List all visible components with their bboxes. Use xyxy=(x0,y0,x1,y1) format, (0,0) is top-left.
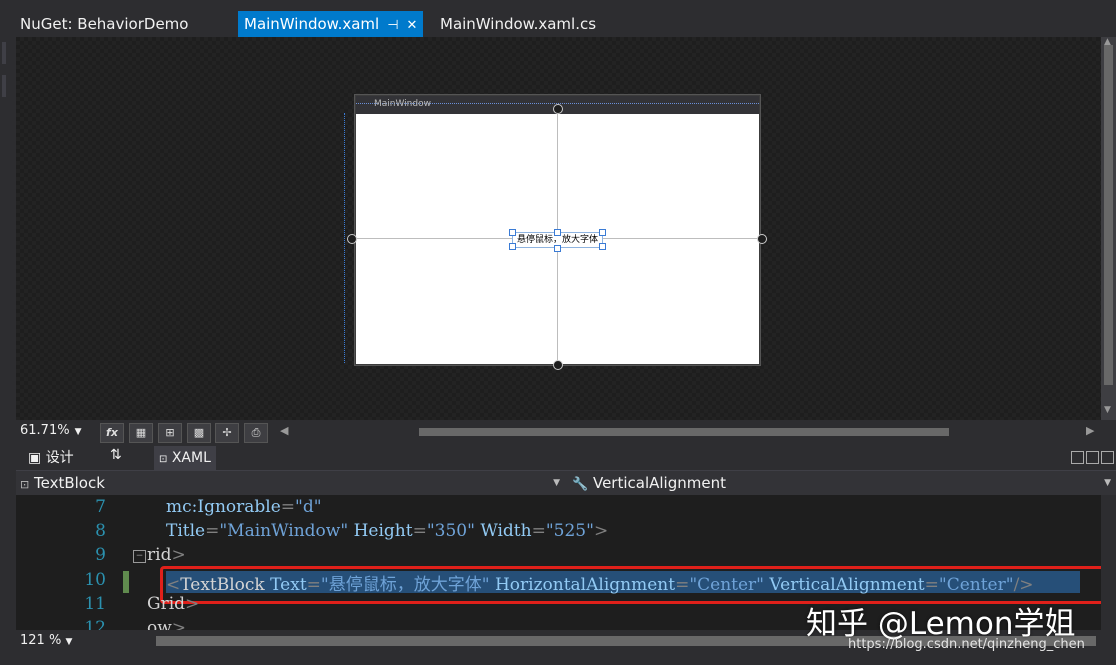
xml-attribute: Height xyxy=(354,521,413,541)
code-line-12: ow> xyxy=(147,618,186,630)
split-layout-buttons xyxy=(1069,449,1114,468)
tab-label: MainWindow.xaml.cs xyxy=(440,15,596,33)
zoom-dropdown[interactable]: 61.71% ▼ xyxy=(20,423,82,438)
designer-vertical-scrollbar[interactable]: ▲ ▼ xyxy=(1101,37,1116,420)
line-number: 12 xyxy=(56,618,106,630)
fx-button[interactable]: fx xyxy=(100,423,124,443)
close-icon[interactable]: ✕ xyxy=(407,13,418,39)
top-anchor-icon[interactable] xyxy=(553,104,563,114)
resize-handle[interactable] xyxy=(554,245,561,252)
xml-value: "d" xyxy=(295,497,322,517)
scroll-right-icon[interactable]: ▶ xyxy=(1086,424,1094,437)
horizontal-split-icon[interactable] xyxy=(1086,451,1099,464)
editor-vertical-scrollbar[interactable] xyxy=(1101,495,1116,630)
chevron-down-icon: ▼ xyxy=(1104,473,1111,494)
scroll-thumb[interactable] xyxy=(1104,45,1113,385)
tab-label: MainWindow.xaml xyxy=(244,15,379,33)
editor-zoom-value: 121 % xyxy=(20,633,61,648)
member-dropdown[interactable]: 🔧 VerticalAlignment ▼ xyxy=(572,473,1116,494)
view-split-bar: ▣ 设计 ⇅ ⊡ XAML xyxy=(16,444,1116,470)
xml-tag-fragment: Grid xyxy=(147,594,185,614)
pin-icon[interactable]: ⊣ xyxy=(387,13,398,39)
xml-tag-fragment: ow xyxy=(147,618,172,630)
xml-attribute: Width xyxy=(480,521,531,541)
fold-toggle-icon[interactable]: − xyxy=(133,550,146,563)
xaml-navigation-bar: ⊡ TextBlock ▼ 🔧 VerticalAlignment ▼ xyxy=(16,470,1116,496)
xml-attribute: Title xyxy=(166,521,205,541)
resize-handle[interactable] xyxy=(554,229,561,236)
tab-label: NuGet: BehaviorDemo xyxy=(20,15,188,33)
grid-icon[interactable]: ▦ xyxy=(129,423,153,443)
left-tool-strip xyxy=(0,37,16,665)
scroll-down-icon[interactable]: ▼ xyxy=(1104,405,1111,415)
document-tab-bar: NuGet: BehaviorDemo MainWindow.xaml ⊣ ✕ Ma… xyxy=(0,0,1116,37)
resize-handle[interactable] xyxy=(599,243,606,250)
snap-gridlines-icon[interactable]: ⊞ xyxy=(158,423,182,443)
vertical-split-icon[interactable] xyxy=(1071,451,1084,464)
element-icon: ⊡ xyxy=(20,478,29,491)
change-marker xyxy=(123,571,129,593)
element-name: TextBlock xyxy=(34,474,105,492)
snap-to-snaplines-icon[interactable]: ✢ xyxy=(215,423,239,443)
url-watermark: https://blog.csdn.net/qinzheng_chen xyxy=(848,637,1085,652)
code-line-7: mc:Ignorable="d" xyxy=(166,497,322,517)
tab-mainwindow-xaml-cs[interactable]: MainWindow.xaml.cs xyxy=(434,11,602,37)
toolbox-handle[interactable] xyxy=(2,75,6,97)
resize-handle[interactable] xyxy=(509,229,516,236)
toolbox-handle[interactable] xyxy=(2,42,6,64)
code-line-8: Title="MainWindow" Height="350" Width="5… xyxy=(166,521,608,541)
left-anchor-icon[interactable] xyxy=(347,234,357,244)
xml-value: "MainWindow" xyxy=(219,521,348,541)
line-number: 7 xyxy=(56,497,106,517)
designer-toolbar: 61.71% ▼ fx ▦ ⊞ ▩ ✢ ⎙ ◀ ▶ xyxy=(16,420,1116,444)
line-number: 9 xyxy=(56,545,106,565)
element-dropdown[interactable]: ⊡ TextBlock ▼ xyxy=(20,473,565,494)
device-preview-icon[interactable]: ⎙ xyxy=(244,423,268,443)
scroll-thumb[interactable] xyxy=(419,428,949,436)
xml-value: "350" xyxy=(427,521,475,541)
chevron-down-icon: ▼ xyxy=(75,427,82,437)
artboard-background-icon[interactable]: ▩ xyxy=(187,423,211,443)
xml-tag-fragment: rid xyxy=(147,545,171,565)
resize-handle[interactable] xyxy=(509,243,516,250)
window-preview[interactable]: MainWindow 悬停鼠标，放大字体 xyxy=(355,95,760,365)
chevron-down-icon: ▼ xyxy=(553,473,560,494)
xaml-view-tab[interactable]: ⊡ XAML xyxy=(154,446,216,470)
member-name: VerticalAlignment xyxy=(593,474,726,492)
tab-nuget-behaviordemo[interactable]: NuGet: BehaviorDemo xyxy=(14,11,194,37)
design-label: 设计 xyxy=(46,450,74,466)
wrench-icon: 🔧 xyxy=(572,477,588,492)
line-number: 8 xyxy=(56,521,106,541)
line-number: 10 xyxy=(56,570,106,590)
window-title: MainWindow xyxy=(374,99,431,109)
resize-handle[interactable] xyxy=(599,229,606,236)
chevron-down-icon: ▼ xyxy=(65,637,72,647)
editor-zoom-dropdown[interactable]: 121 % ▼ xyxy=(20,633,72,648)
xml-attribute: mc:Ignorable xyxy=(166,497,281,517)
collapse-pane-icon[interactable] xyxy=(1101,451,1114,464)
zoom-value: 61.71% xyxy=(20,423,70,438)
bottom-anchor-icon[interactable] xyxy=(553,360,563,370)
tab-mainwindow-xaml[interactable]: MainWindow.xaml ⊣ ✕ xyxy=(238,11,423,37)
scroll-left-icon[interactable]: ◀ xyxy=(280,424,288,437)
swap-panes-icon[interactable]: ⇅ xyxy=(110,447,122,463)
design-view-tab[interactable]: ▣ 设计 xyxy=(28,447,74,467)
line-number: 11 xyxy=(56,594,106,614)
code-line-11: Grid> xyxy=(147,594,199,614)
code-line-9: rid> xyxy=(147,545,186,565)
right-anchor-icon[interactable] xyxy=(757,234,767,244)
margin-rail xyxy=(344,113,346,363)
designer-horizontal-scrollbar[interactable]: ◀ ▶ xyxy=(294,426,1094,438)
xml-value: "525" xyxy=(546,521,594,541)
xaml-label: XAML xyxy=(172,450,211,466)
